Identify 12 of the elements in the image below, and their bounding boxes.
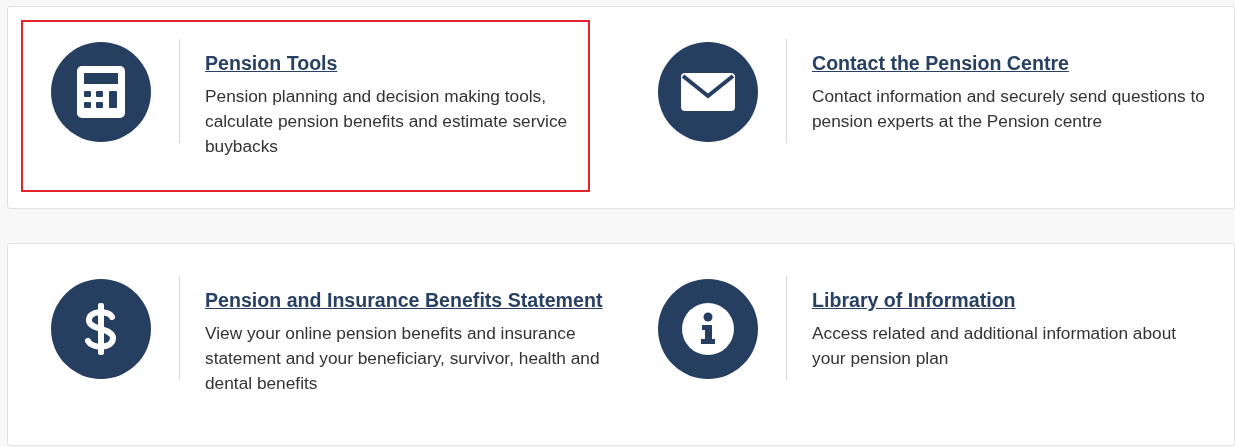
tile-description: Pension planning and decision making tools, calculate pension benefits and estimate service buybacks	[205, 85, 569, 158]
tile-link[interactable]: Pension Tools	[205, 51, 338, 75]
tile-link[interactable]: Contact the Pension Centre	[812, 51, 1069, 75]
tile-description: Contact information and securely send questions to pension experts at the Pension centre	[812, 85, 1206, 133]
dollar-icon	[51, 279, 151, 379]
envelope-icon	[658, 42, 758, 142]
tile-description: Access related and additional information about your pension plan	[812, 322, 1178, 370]
tile-link[interactable]: Library of Information	[812, 288, 1016, 312]
info-icon	[658, 279, 758, 379]
tile-description: View your online pension benefits and insurance statement and your beneficiary, survivor, health and dental benefits	[205, 322, 601, 395]
calculator-icon	[51, 42, 151, 142]
tile-link[interactable]: Pension and Insurance Benefits Statement	[205, 288, 603, 312]
